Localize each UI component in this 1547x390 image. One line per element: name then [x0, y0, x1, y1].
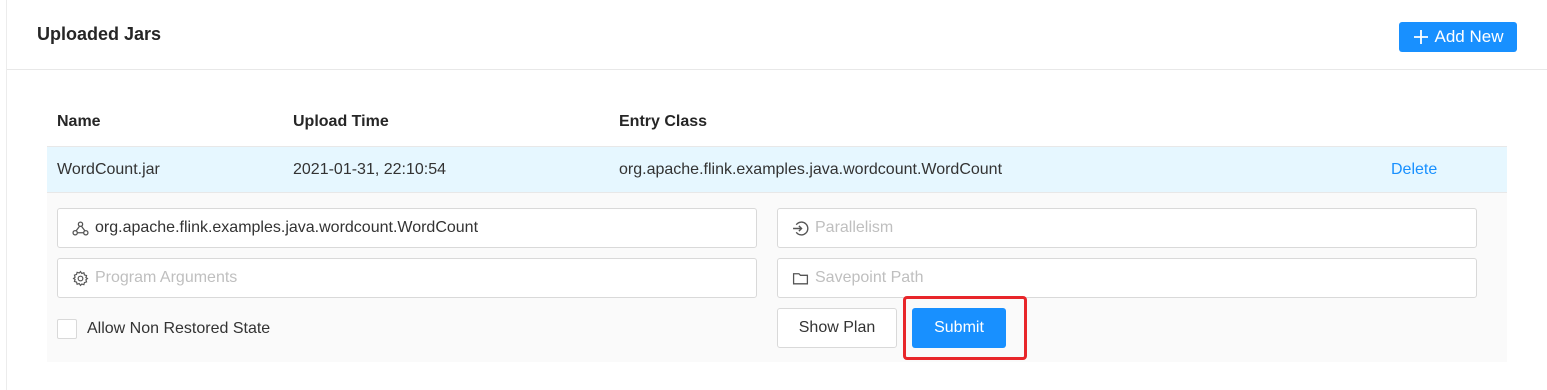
allow-non-restored-checkbox[interactable]: [57, 319, 77, 339]
submit-job-form: Allow Non Restored State Show Plan Submi…: [47, 193, 1507, 362]
card-header: Uploaded Jars Add New: [7, 0, 1547, 70]
allow-non-restored-label: Allow Non Restored State: [87, 320, 271, 337]
program-arguments-input[interactable]: [95, 269, 756, 287]
jar-upload-time: 2021-01-31, 22:10:54: [293, 161, 447, 178]
uploaded-jars-card: Uploaded Jars Add New Name Upload Time E…: [6, 0, 1547, 390]
entry-class-field[interactable]: [57, 208, 757, 248]
entry-class-input[interactable]: [95, 219, 756, 237]
submit-button[interactable]: Submit: [912, 308, 1006, 348]
show-plan-button[interactable]: Show Plan: [777, 308, 897, 348]
jars-table: Name Upload Time Entry Class WordCount.j…: [47, 100, 1507, 193]
delete-link[interactable]: Delete: [1391, 161, 1437, 179]
savepoint-path-input[interactable]: [815, 269, 1476, 287]
jar-entry-class: org.apache.flink.examples.java.wordcount…: [619, 161, 1003, 178]
plus-icon: [1413, 30, 1428, 44]
column-header-upload-time: Upload Time: [293, 113, 389, 130]
column-header-name: Name: [57, 113, 101, 130]
add-new-label: Add New: [1434, 27, 1504, 46]
add-new-button[interactable]: Add New: [1399, 22, 1517, 52]
column-header-entry-class: Entry Class: [619, 113, 708, 130]
table-row[interactable]: WordCount.jar 2021-01-31, 22:10:54 org.a…: [47, 146, 1507, 193]
table-header: Name Upload Time Entry Class: [47, 100, 1507, 146]
program-arguments-field[interactable]: [57, 258, 757, 298]
folder-icon: [792, 272, 809, 284]
parallelism-field[interactable]: [777, 208, 1477, 248]
cluster-icon: [72, 220, 89, 236]
savepoint-path-field[interactable]: [777, 258, 1477, 298]
setting-icon: [72, 270, 89, 286]
parallelism-input[interactable]: [815, 219, 1476, 237]
page-title: Uploaded Jars: [37, 24, 162, 44]
jar-name: WordCount.jar: [57, 161, 160, 178]
allow-non-restored-toggle[interactable]: Allow Non Restored State: [57, 319, 270, 339]
login-icon: [793, 220, 809, 236]
